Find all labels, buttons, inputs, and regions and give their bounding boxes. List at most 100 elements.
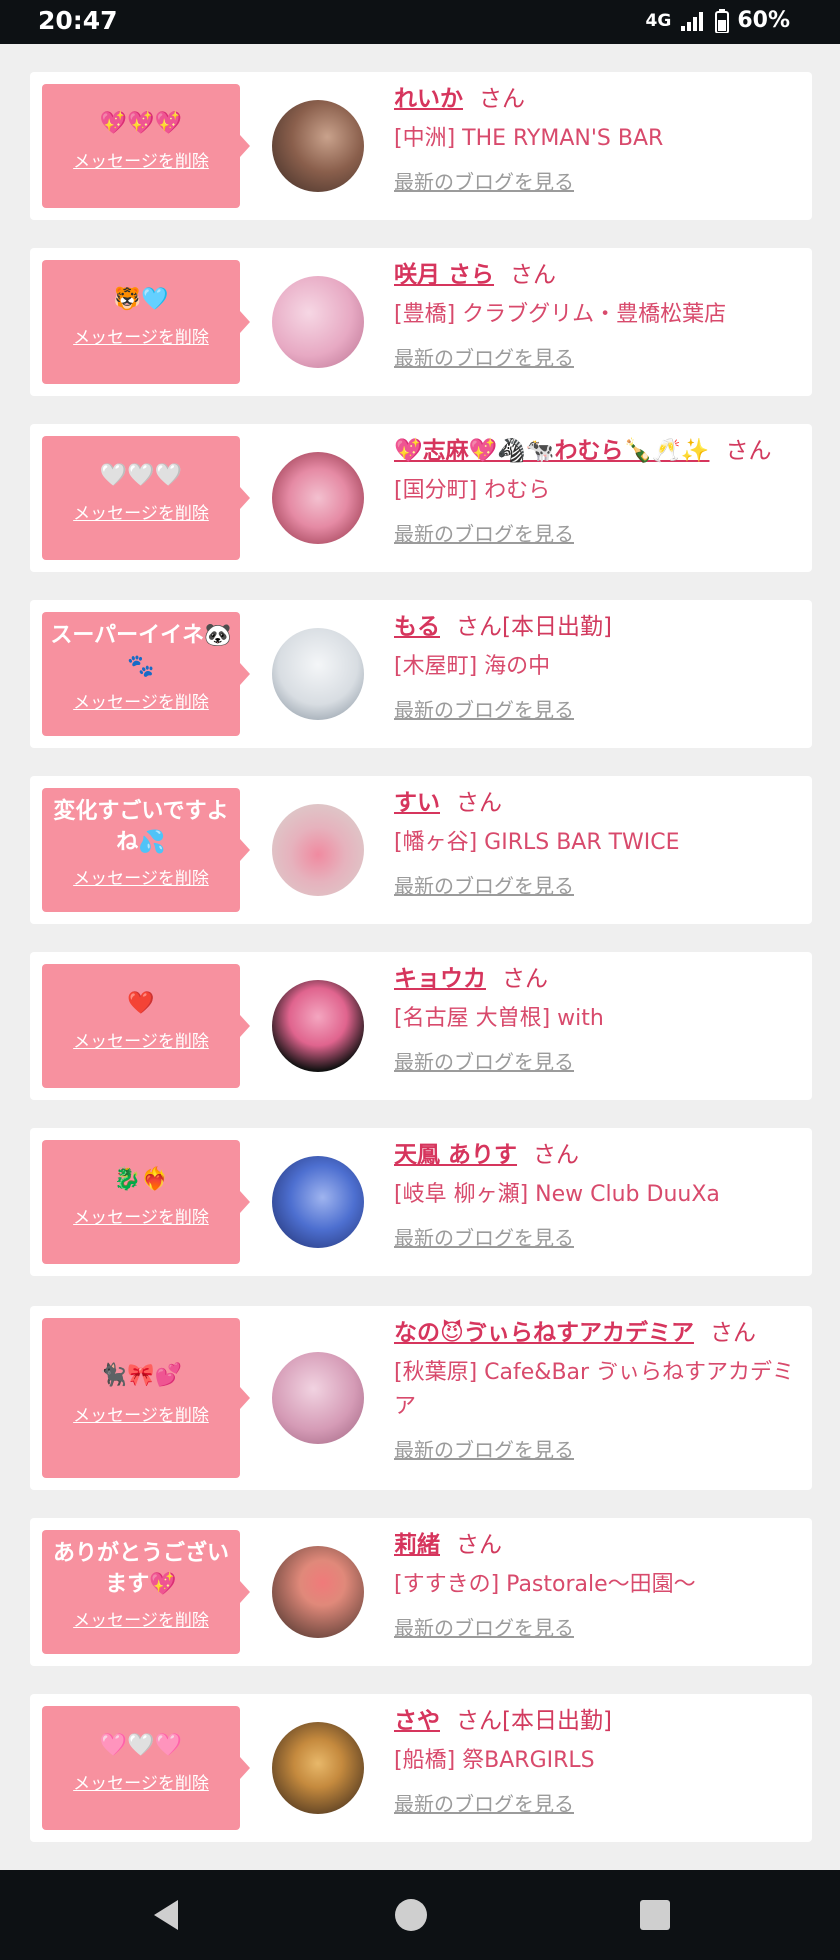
status-bar: 20:47 4G 60% <box>0 0 840 44</box>
name-link[interactable]: すい <box>394 790 440 816</box>
name-line: 咲月 さら さん <box>394 258 806 292</box>
back-icon[interactable] <box>148 1896 186 1934</box>
message-text: 変化すごいですよね💦 <box>53 799 229 855</box>
signal-icon <box>681 11 704 31</box>
latest-blog-link[interactable]: 最新のブログを見る <box>394 518 574 547</box>
name-link[interactable]: 咲月 さら <box>394 262 494 288</box>
message-text: ❤️ <box>127 991 155 1016</box>
name-link[interactable]: キョウカ <box>394 966 486 992</box>
delete-message-link[interactable]: メッセージを削除 <box>73 1606 209 1631</box>
shop-label: [中洲] THE RYMAN'S BAR <box>394 126 664 151</box>
avatar[interactable] <box>272 100 364 192</box>
san-label: さん <box>456 614 502 640</box>
delete-message-link[interactable]: メッセージを削除 <box>73 147 209 172</box>
latest-blog-link[interactable]: 最新のブログを見る <box>394 342 574 371</box>
delete-message-link[interactable]: メッセージを削除 <box>73 499 209 524</box>
list-item: 変化すごいですよね💦 メッセージを削除 すい さん [幡ヶ谷] GIRLS BAR… <box>30 776 812 924</box>
message-bubble: 🐈‍⬛🎀💕 メッセージを削除 <box>42 1318 250 1478</box>
status-indicators: 4G 60% <box>646 8 790 33</box>
san-label: さん <box>479 86 525 112</box>
shop-label: [幡ヶ谷] GIRLS BAR TWICE <box>394 830 680 855</box>
latest-blog-link[interactable]: 最新のブログを見る <box>394 1434 574 1463</box>
latest-blog-link[interactable]: 最新のブログを見る <box>394 694 574 723</box>
avatar[interactable] <box>272 1546 364 1638</box>
message-bubble: ❤️ メッセージを削除 <box>42 964 250 1088</box>
delete-message-link[interactable]: メッセージを削除 <box>73 1769 209 1794</box>
list-item: 💖💖💖 メッセージを削除 れいか さん [中洲] THE RYMAN'S BAR … <box>30 72 812 220</box>
latest-blog-link[interactable]: 最新のブログを見る <box>394 1222 574 1251</box>
message-bubble: 🩷🤍🩷 メッセージを削除 <box>42 1706 250 1830</box>
message-text: 🐯🩵 <box>113 287 169 312</box>
san-label: さん <box>510 262 557 288</box>
message-bubble: 🤍🤍🤍 メッセージを削除 <box>42 436 250 560</box>
name-link[interactable]: 莉緒 <box>394 1532 440 1558</box>
san-label: さん <box>533 1142 580 1168</box>
latest-blog-link[interactable]: 最新のブログを見る <box>394 1788 574 1817</box>
shop-label: [秋葉原] Cafe&Bar ゔぃらねすアカデミア <box>394 1360 795 1419</box>
latest-blog-link[interactable]: 最新のブログを見る <box>394 166 574 195</box>
list-item: ありがとうございます💖 メッセージを削除 莉緒 さん [すすきの] Pastora… <box>30 1518 812 1666</box>
avatar[interactable] <box>272 1352 364 1444</box>
name-line: さや さん[本日出勤] <box>394 1704 806 1738</box>
avatar[interactable] <box>272 1156 364 1248</box>
name-link[interactable]: れいか <box>394 86 463 112</box>
list-item: スーパーイイネ🐼🐾 メッセージを削除 もる さん[本日出勤] [木屋町] 海の中 … <box>30 600 812 748</box>
latest-blog-link[interactable]: 最新のブログを見る <box>394 870 574 899</box>
delete-message-link[interactable]: メッセージを削除 <box>73 1203 209 1228</box>
san-label: さん <box>502 966 548 992</box>
message-text: ありがとうございます💖 <box>52 1541 229 1597</box>
work-status: [本日出勤] <box>502 614 612 640</box>
list-item: 🐉❤️‍🔥 メッセージを削除 天鳳 ありす さん [岐阜 柳ヶ瀬] New Clu… <box>30 1128 812 1276</box>
latest-blog-link[interactable]: 最新のブログを見る <box>394 1046 574 1075</box>
shop-label: [船橋] 祭BARGIRLS <box>394 1748 595 1773</box>
name-line: 💖志麻💖🦓🐄わむら🍾🥂✨ さん <box>394 434 806 468</box>
avatar[interactable] <box>272 452 364 544</box>
message-bubble: 🐉❤️‍🔥 メッセージを削除 <box>42 1140 250 1264</box>
message-bubble: スーパーイイネ🐼🐾 メッセージを削除 <box>42 612 250 736</box>
shop-label: [すすきの] Pastorale〜田園〜 <box>394 1572 696 1597</box>
battery-level: 60% <box>737 8 790 33</box>
message-bubble: ありがとうございます💖 メッセージを削除 <box>42 1530 250 1654</box>
home-icon[interactable] <box>392 1896 430 1934</box>
status-time: 20:47 <box>38 6 118 35</box>
name-link[interactable]: 💖志麻💖🦓🐄わむら🍾🥂✨ <box>394 438 709 464</box>
san-label: さん <box>709 1320 756 1346</box>
name-line: 莉緒 さん <box>394 1528 806 1562</box>
shop-label: [木屋町] 海の中 <box>394 654 551 679</box>
avatar[interactable] <box>272 804 364 896</box>
name-link[interactable]: 天鳳 ありす <box>394 1142 517 1168</box>
name-line: キョウカ さん <box>394 962 806 996</box>
recents-icon[interactable] <box>636 1896 674 1934</box>
message-bubble: 💖💖💖 メッセージを削除 <box>42 84 250 208</box>
message-text: 🩷🤍🩷 <box>99 1733 183 1758</box>
shop-label: [岐阜 柳ヶ瀬] New Club DuuXa <box>394 1182 720 1207</box>
message-text: 🐉❤️‍🔥 <box>113 1167 169 1192</box>
san-label: さん <box>456 790 502 816</box>
avatar[interactable] <box>272 628 364 720</box>
list-item: 🐈‍⬛🎀💕 メッセージを削除 なの😈ゔぃらねすアカデミア さん [秋葉原] Caf… <box>30 1306 812 1490</box>
san-label: さん <box>456 1532 502 1558</box>
delete-message-link[interactable]: メッセージを削除 <box>73 1027 209 1052</box>
name-line: もる さん[本日出勤] <box>394 610 806 644</box>
avatar[interactable] <box>272 1722 364 1814</box>
avatar[interactable] <box>272 276 364 368</box>
shop-label: [国分町] わむら <box>394 478 551 503</box>
message-text: 🐈‍⬛🎀💕 <box>99 1363 183 1388</box>
latest-blog-link[interactable]: 最新のブログを見る <box>394 1612 574 1641</box>
name-link[interactable]: なの😈ゔぃらねすアカデミア <box>394 1320 694 1346</box>
work-status: [本日出勤] <box>502 1708 612 1734</box>
name-link[interactable]: さや <box>394 1708 440 1734</box>
message-bubble: 🐯🩵 メッセージを削除 <box>42 260 250 384</box>
name-line: なの😈ゔぃらねすアカデミア さん <box>394 1316 806 1350</box>
delete-message-link[interactable]: メッセージを削除 <box>73 688 209 713</box>
network-type: 4G <box>645 10 672 31</box>
shop-label: [名古屋 大曽根] with <box>394 1006 604 1031</box>
name-link[interactable]: もる <box>394 614 440 640</box>
avatar[interactable] <box>272 980 364 1072</box>
delete-message-link[interactable]: メッセージを削除 <box>73 323 209 348</box>
list-item: 🩷🤍🩷 メッセージを削除 さや さん[本日出勤] [船橋] 祭BARGIRLS 最… <box>30 1694 812 1842</box>
delete-message-link[interactable]: メッセージを削除 <box>73 1401 209 1426</box>
delete-message-link[interactable]: メッセージを削除 <box>73 864 209 889</box>
san-label: さん <box>456 1708 502 1734</box>
message-text: 🤍🤍🤍 <box>99 463 183 488</box>
